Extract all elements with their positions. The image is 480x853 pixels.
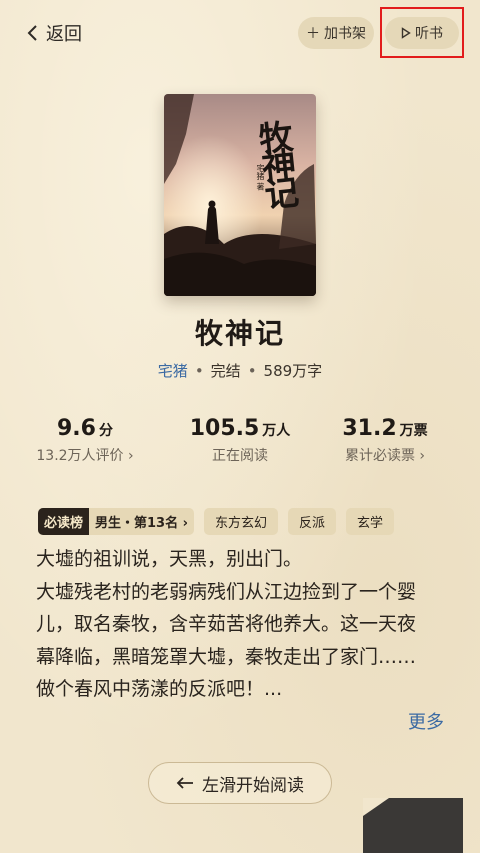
genre-tag[interactable]: 反派 bbox=[288, 508, 337, 535]
word-count: 589万字 bbox=[263, 362, 323, 380]
cover-title: 牧神记 bbox=[250, 118, 300, 206]
synopsis: 大墟的祖训说，天黑，别出门。 大墟残老村的老弱病残们从江边捡到了一个婴 儿，取名… bbox=[36, 543, 446, 706]
back-button[interactable]: 返回 bbox=[26, 20, 82, 46]
chevron-right-icon: › bbox=[123, 448, 134, 464]
synopsis-line: 大墟残老村的老弱病残们从江边捡到了一个婴 bbox=[36, 580, 417, 603]
votes-label: 累计必读票 bbox=[344, 448, 415, 464]
more-link[interactable]: 更多 bbox=[408, 708, 444, 734]
start-reading-label: 左滑开始阅读 bbox=[202, 775, 304, 796]
book-title: 牧神记 bbox=[194, 317, 285, 350]
genre-tag[interactable]: 东方玄幻 bbox=[204, 508, 279, 535]
author-link[interactable]: 宅猪 bbox=[158, 362, 188, 380]
book-status: 完结 bbox=[210, 362, 241, 380]
synopsis-line: 儿，取名秦牧，含辛茹苦将他养大。这一天夜 bbox=[36, 613, 417, 635]
add-to-shelf-button[interactable]: ＋ 加书架 bbox=[298, 17, 374, 49]
rank-tag[interactable]: 必读榜 男生・第13名 › bbox=[38, 508, 194, 535]
readers-label: 正在阅读 bbox=[212, 448, 268, 464]
synopsis-line: 幕降临，黑暗笼罩大墟，秦牧走出了家门…… bbox=[36, 645, 417, 668]
votes-value: 31.2 bbox=[342, 416, 397, 441]
book-cover[interactable]: 牧神记 宅猪 著 bbox=[164, 94, 316, 296]
synopsis-line: 大墟的祖训说，天黑，别出门。 bbox=[36, 548, 303, 570]
votes-stat[interactable]: 31.2 万票 累计必读票 › bbox=[305, 416, 465, 465]
start-reading-button[interactable]: 左滑开始阅读 bbox=[148, 762, 332, 804]
book-meta: 宅猪 • 完结 • 589万字 bbox=[0, 360, 480, 381]
synopsis-line: 做个春风中荡漾的反派吧！... bbox=[36, 678, 283, 700]
separator-dot: • bbox=[194, 362, 204, 380]
add-to-shelf-label: 加书架 bbox=[324, 26, 366, 42]
back-label: 返回 bbox=[46, 24, 82, 45]
rank-badge: 必读榜 bbox=[38, 508, 90, 535]
arrow-left-icon bbox=[176, 777, 193, 789]
chevron-left-icon bbox=[27, 25, 37, 41]
rating-value: 9.6 bbox=[57, 416, 96, 441]
plus-icon: ＋ bbox=[306, 26, 320, 42]
separator-dot: • bbox=[247, 362, 257, 380]
rating-stat[interactable]: 9.6 分 13.2万人评价 › bbox=[5, 416, 165, 465]
votes-unit: 万票 bbox=[399, 423, 428, 439]
chevron-right-icon: › bbox=[414, 448, 426, 464]
readers-stat: 105.5 万人 正在阅读 bbox=[160, 416, 320, 465]
highlight-box bbox=[380, 7, 464, 58]
rating-unit: 分 bbox=[98, 423, 113, 439]
dark-overlay-patch bbox=[363, 798, 463, 853]
cover-author: 宅猪 著 bbox=[256, 164, 265, 191]
readers-unit: 万人 bbox=[262, 423, 291, 439]
readers-value: 105.5 bbox=[189, 416, 260, 441]
chevron-right-icon: › bbox=[178, 516, 188, 531]
tag-list: 必读榜 男生・第13名 › 东方玄幻 反派 玄学 bbox=[38, 508, 395, 535]
rating-count: 13.2万人评价 bbox=[36, 448, 124, 464]
genre-tag[interactable]: 玄学 bbox=[346, 508, 395, 535]
rank-text: 男生・第13名 bbox=[95, 516, 179, 531]
